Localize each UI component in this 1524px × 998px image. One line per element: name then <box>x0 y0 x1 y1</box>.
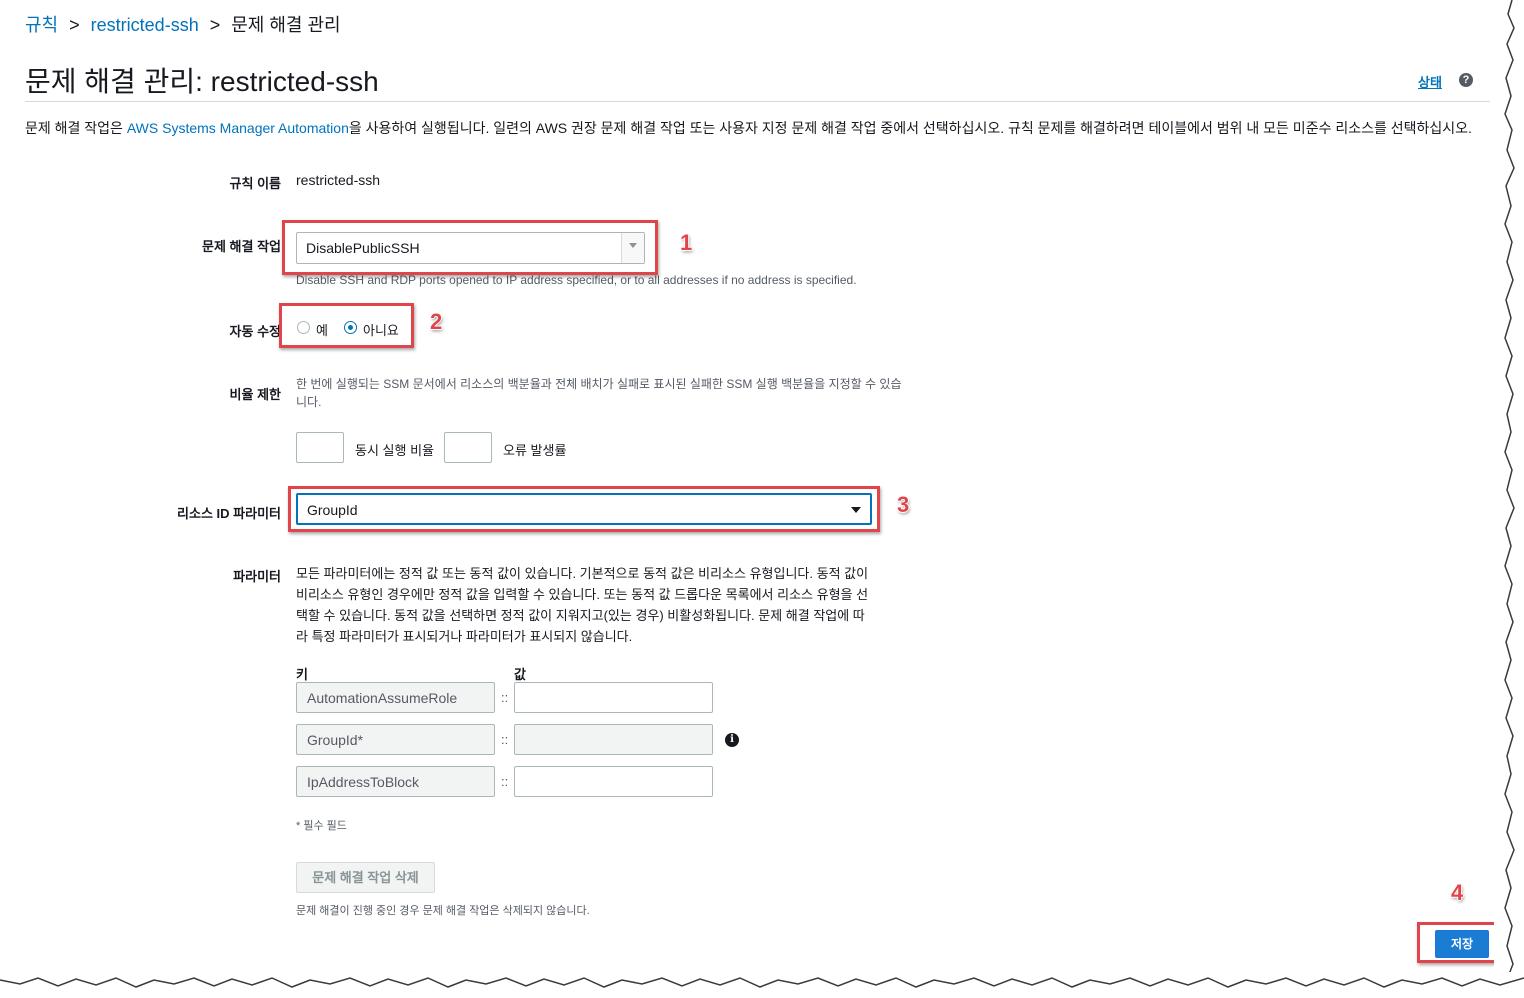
annotation-box-1 <box>282 220 658 275</box>
page: 규칙 > restricted-ssh > 문제 해결 관리 문제 해결 관리:… <box>0 0 1524 998</box>
param-separator: :: <box>501 774 509 789</box>
info-circle-icon[interactable]: i <box>725 733 739 747</box>
breadcrumb-separator: > <box>209 15 221 35</box>
param-key-text: AutomationAssumeRole <box>307 690 458 706</box>
error-rate-input[interactable] <box>444 432 492 463</box>
delete-remediation-note: 문제 해결이 진행 중인 경우 문제 해결 작업은 삭제되지 않습니다. <box>296 905 590 917</box>
remediation-action-label: 문제 해결 작업 <box>202 239 281 254</box>
breadcrumb-separator: > <box>69 15 80 35</box>
status-link[interactable]: 상태 <box>1418 72 1442 91</box>
delete-remediation-button[interactable]: 문제 해결 작업 삭제 <box>296 862 435 893</box>
rate-limits-hint-line2: 니다. <box>296 395 322 409</box>
parameters-description: 모든 파라미터에는 정적 값 또는 동적 값이 있습니다. 기본적으로 동적 값… <box>296 566 869 644</box>
required-field-note: * 필수 필드 <box>296 820 347 832</box>
error-rate-label: 오류 발생률 <box>503 443 567 458</box>
parameters-label: 파라미터 <box>233 569 281 584</box>
breadcrumb-current: 문제 해결 관리 <box>231 15 341 35</box>
param-key-text: GroupId* <box>307 732 364 748</box>
breadcrumb-rules-link[interactable]: 규칙 <box>25 15 58 35</box>
remediation-action-hint: Disable SSH and RDP ports opened to IP a… <box>296 273 857 287</box>
page-title: 문제 해결 관리: restricted-ssh <box>25 66 379 97</box>
param-separator: :: <box>501 690 509 705</box>
help-circle-icon[interactable]: ? <box>1459 73 1473 87</box>
page-description: 문제 해결 작업은 AWS Systems Manager Automation… <box>25 118 1472 138</box>
breadcrumb: 규칙 > restricted-ssh > 문제 해결 관리 <box>25 11 341 37</box>
annotation-box-2 <box>279 303 414 348</box>
key-column-header: 키 <box>296 667 308 682</box>
param-value-input-disabled <box>514 724 713 755</box>
concurrency-rate-input[interactable] <box>296 432 344 463</box>
breadcrumb-rule-link[interactable]: restricted-ssh <box>91 15 199 35</box>
param-separator: :: <box>501 732 509 747</box>
rule-name-value: restricted-ssh <box>296 172 381 188</box>
annotation-number-1: 1 <box>680 230 693 255</box>
annotation-number-3: 3 <box>897 492 910 517</box>
param-key-field: IpAddressToBlock <box>296 766 495 797</box>
ssm-automation-link[interactable]: AWS Systems Manager Automation <box>127 120 349 136</box>
rule-name-label: 규칙 이름 <box>229 176 281 191</box>
description-text-before: 문제 해결 작업은 <box>25 120 127 136</box>
header-divider <box>25 101 1490 102</box>
rate-limits-hint-line1: 한 번에 실행되는 SSM 문서에서 리소스의 백분율과 전체 배치가 실패로 … <box>296 377 902 391</box>
annotation-number-4: 4 <box>1451 880 1464 905</box>
description-text-after: 을 사용하여 실행됩니다. 일련의 AWS 권장 문제 해결 작업 또는 사용자… <box>348 120 1472 136</box>
param-value-input[interactable] <box>514 766 713 797</box>
concurrency-rate-label: 동시 실행 비율 <box>355 443 434 458</box>
param-key-field: GroupId* <box>296 724 495 755</box>
param-value-input[interactable] <box>514 682 713 713</box>
auto-remediation-label: 자동 수정 <box>229 324 281 339</box>
param-key-field: AutomationAssumeRole <box>296 682 495 713</box>
annotation-number-2: 2 <box>430 309 443 334</box>
torn-edge-bottom <box>0 972 1524 998</box>
annotation-box-4 <box>1417 922 1501 963</box>
param-key-text: IpAddressToBlock <box>307 774 420 790</box>
annotation-box-3 <box>288 486 880 532</box>
resource-id-parameter-label: 리소스 ID 파라미터 <box>177 506 281 521</box>
value-column-header: 값 <box>514 667 526 682</box>
rate-limits-label: 비율 제한 <box>229 387 281 402</box>
torn-edge-right <box>1494 0 1524 998</box>
